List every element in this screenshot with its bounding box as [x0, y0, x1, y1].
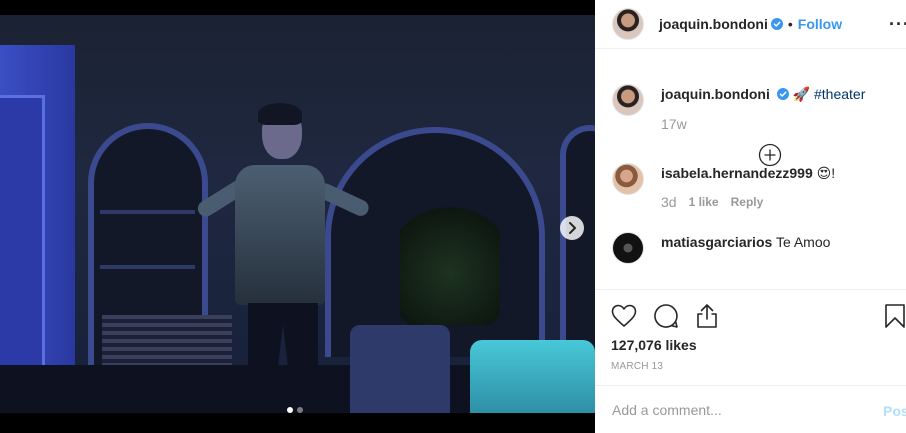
comment-body: Te Amoo [775, 234, 831, 250]
comment-text: isabela.hernandezz999 😍! [661, 163, 906, 182]
stage-plant [400, 195, 500, 325]
carousel-indicator [287, 407, 303, 413]
share-icon[interactable] [695, 303, 719, 329]
likes-count[interactable]: 127,076 likes [611, 337, 890, 353]
stage-couch [470, 340, 595, 413]
caption-meta: 17w [661, 116, 906, 132]
actor-body [235, 165, 325, 305]
comment-text: matiasgarciarios Te Amoo [661, 232, 906, 251]
save-bookmark-icon[interactable] [884, 303, 906, 329]
caption-emoji: 🚀 [792, 86, 811, 102]
caption-avatar[interactable] [612, 84, 644, 116]
comment-row: isabela.hernandezz999 😍! 3d 1 like Reply [595, 163, 906, 210]
like-heart-icon[interactable] [611, 304, 637, 328]
caption-timestamp[interactable]: 17w [661, 116, 687, 132]
stage-arch [560, 125, 595, 365]
caption-text: joaquin.bondoni 🚀 #theater [661, 84, 906, 103]
carousel-next-icon [569, 222, 576, 234]
comment-icon[interactable] [653, 303, 679, 329]
action-icons [611, 300, 905, 332]
header-separator: • [787, 16, 793, 32]
actor-hair [258, 103, 302, 125]
commenter-username[interactable]: isabela.hernandezz999 [661, 165, 813, 181]
commenter-username[interactable]: matiasgarciarios [661, 234, 772, 250]
comment-timestamp[interactable]: 3d [661, 194, 677, 210]
comments-list[interactable]: joaquin.bondoni 🚀 #theater 17w isabela.h… [595, 60, 906, 288]
post-header: joaquin.bondoni • Follow ··· [595, 0, 906, 49]
add-comment-bar: Post [595, 385, 906, 433]
post-actions: 127,076 likes MARCH 13 [595, 289, 906, 372]
post-comment-button[interactable]: Post [883, 403, 906, 419]
stage-chair [350, 325, 450, 413]
comment-meta: 3d 1 like Reply [661, 194, 906, 210]
carousel-dot [297, 407, 303, 413]
carousel-next-button[interactable] [560, 216, 584, 240]
caption-hashtag[interactable]: #theater [814, 86, 865, 102]
author-avatar[interactable] [612, 8, 644, 40]
comment-body: 😍! [816, 165, 836, 181]
comment-likes[interactable]: 1 like [689, 195, 719, 209]
comment-row: matiasgarciarios Te Amoo [595, 232, 906, 264]
post-side-panel: joaquin.bondoni • Follow ··· joaquin.bon… [595, 0, 906, 433]
commenter-avatar[interactable] [612, 232, 644, 264]
stage-shelf [100, 265, 195, 269]
follow-button[interactable]: Follow [798, 16, 842, 32]
carousel-dot-active [287, 407, 293, 413]
post-date[interactable]: MARCH 13 [611, 361, 890, 372]
author-username[interactable]: joaquin.bondoni [659, 16, 768, 32]
post-photo[interactable] [0, 15, 595, 413]
more-options-icon[interactable]: ··· [889, 14, 906, 35]
caption-username[interactable]: joaquin.bondoni [661, 86, 770, 102]
caption-row: joaquin.bondoni 🚀 #theater 17w [595, 84, 906, 132]
commenter-avatar[interactable] [612, 163, 644, 195]
comment-reply-button[interactable]: Reply [731, 195, 764, 209]
verified-badge-icon [776, 88, 789, 100]
comment-input[interactable] [612, 401, 862, 418]
stage-shelf [100, 210, 195, 214]
verified-badge-icon [770, 18, 783, 30]
